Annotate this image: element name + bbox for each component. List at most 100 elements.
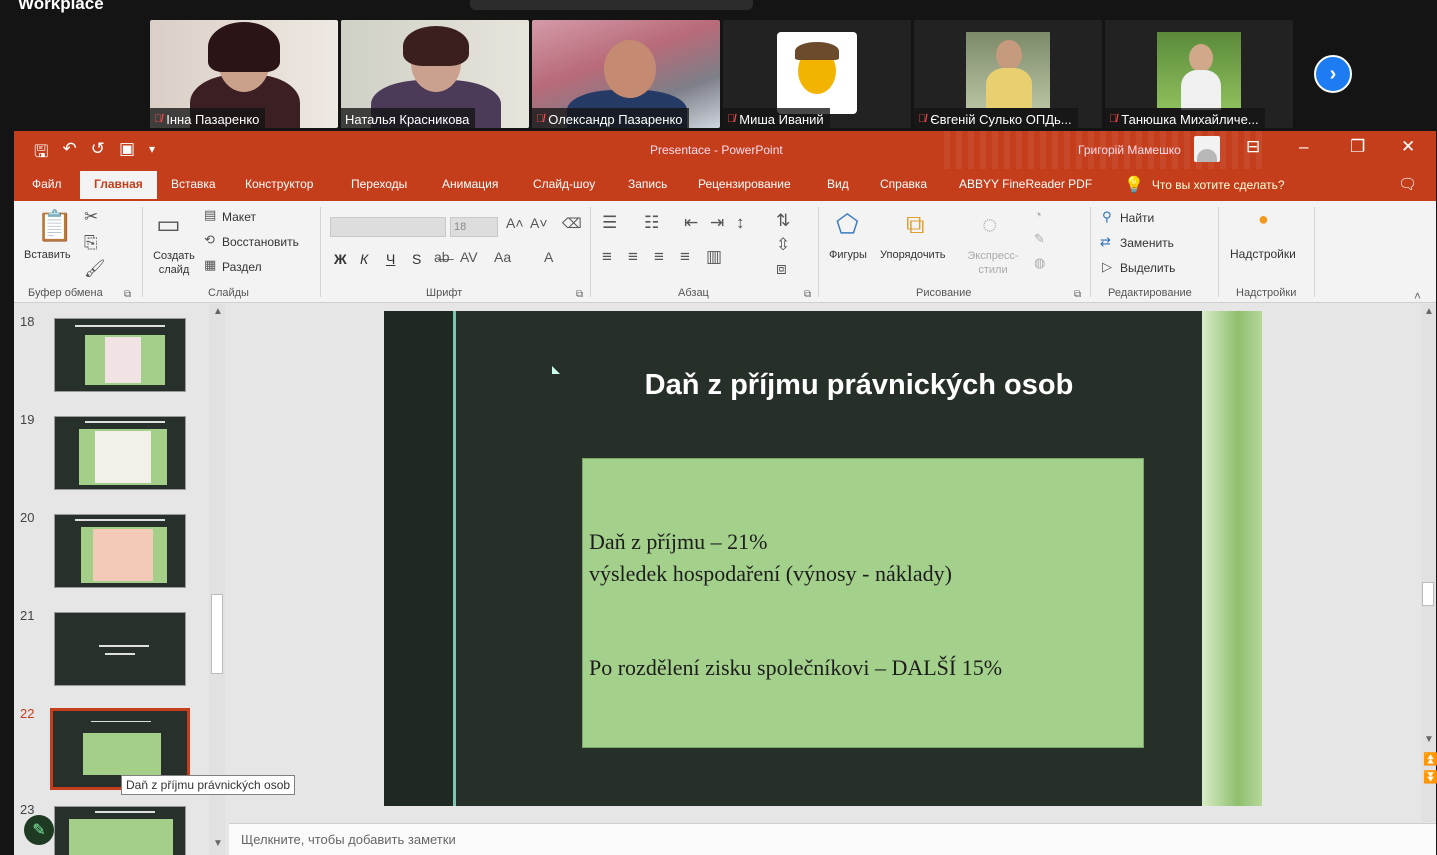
next-slide-icon[interactable]: ⏬ [1423, 770, 1437, 784]
font-size-field[interactable]: 18 [450, 217, 498, 237]
slide-title[interactable]: Daň z příjmu právnických osob [569, 369, 1149, 402]
present-icon[interactable]: ▣ [119, 139, 135, 168]
tab-design[interactable]: Конструктор [245, 177, 313, 191]
cut-icon[interactable]: ✂ [84, 207, 98, 227]
strikethrough-icon[interactable]: a̶b̶ [434, 249, 450, 265]
dialog-launcher-icon[interactable]: ⧉ [804, 289, 811, 300]
dialog-launcher-icon[interactable]: ⧉ [124, 289, 131, 300]
bold-button[interactable]: Ж [334, 251, 347, 267]
participant-tile[interactable]: 🎙̸ Інна Пазаренко [150, 20, 338, 128]
minimize-button[interactable]: – [1299, 137, 1308, 157]
collapse-ribbon-icon[interactable]: ˄ [1414, 289, 1421, 303]
notes-pane[interactable]: Щелкните, чтобы добавить заметки [229, 823, 1436, 855]
layout-icon[interactable]: ▤ [204, 207, 216, 223]
slide-thumbnail[interactable] [54, 806, 186, 855]
bullets-icon[interactable]: ☰ [602, 213, 617, 233]
participant-tile[interactable]: 🎙̸ Олександр Пазаренко [532, 20, 720, 128]
undo-icon[interactable]: ↶ [62, 139, 76, 168]
replace-icon[interactable]: ⇄ [1100, 234, 1111, 250]
align-left-icon[interactable]: ≡ [602, 247, 612, 267]
scroll-up-icon[interactable]: ▲ [213, 306, 223, 317]
italic-button[interactable]: К [360, 251, 368, 267]
search-icon[interactable]: ⚲ [1102, 209, 1112, 225]
slide-thumbnail[interactable] [54, 416, 186, 490]
next-participants-button[interactable]: › [1314, 55, 1352, 93]
tab-review[interactable]: Рецензирование [698, 177, 791, 191]
addins-button[interactable]: Надстройки [1230, 247, 1296, 261]
underline-button[interactable]: Ч [386, 251, 395, 267]
replace-button[interactable]: Заменить [1120, 236, 1174, 250]
format-painter-icon[interactable]: 🖌 [84, 259, 106, 279]
current-slide[interactable]: Daň z příjmu právnických osob Daň z příj… [384, 311, 1262, 806]
conference-search-bar[interactable] [470, 0, 753, 10]
tell-me-search[interactable]: 💡 Что вы хотите сделать? [1124, 175, 1285, 195]
addins-icon[interactable]: ● [1258, 209, 1269, 230]
customize-qat-icon[interactable]: ▾ [149, 139, 155, 168]
numbering-icon[interactable]: ☷ [644, 213, 659, 233]
find-button[interactable]: Найти [1120, 211, 1154, 225]
justify-icon[interactable]: ≡ [680, 247, 690, 267]
increase-font-icon[interactable]: A˄ [506, 215, 524, 231]
participant-tile[interactable]: 🎙̸ Миша Иваний [723, 20, 911, 128]
tab-help[interactable]: Справка [880, 177, 927, 191]
tab-animations[interactable]: Анимация [442, 177, 498, 191]
scroll-down-icon[interactable]: ▼ [1424, 734, 1434, 745]
line-spacing-icon[interactable]: ↕ [736, 213, 745, 233]
section-icon[interactable]: ▦ [204, 257, 216, 273]
font-color-icon[interactable]: A [544, 249, 553, 265]
layout-button[interactable]: Макет [222, 210, 256, 224]
restore-button[interactable]: ❐ [1350, 137, 1365, 157]
paste-icon[interactable]: 📋 [36, 209, 73, 244]
pen-icon[interactable]: ✎ [24, 815, 54, 845]
redo-icon[interactable]: ↺ [91, 139, 105, 168]
select-button[interactable]: Выделить [1120, 261, 1175, 275]
tab-view[interactable]: Вид [827, 177, 849, 191]
align-text-icon[interactable]: ⇳ [776, 235, 790, 255]
tab-home[interactable]: Главная [80, 171, 157, 199]
shape-outline-icon[interactable]: ✎ [1034, 231, 1045, 247]
reset-icon[interactable]: ⟲ [204, 232, 215, 248]
participant-tile-active[interactable]: Наталья Красникова [341, 20, 529, 128]
arrange-button[interactable]: Упорядочить [880, 249, 945, 261]
account-name[interactable]: Григорій Мамешко [1078, 143, 1181, 157]
scroll-down-icon[interactable]: ▼ [213, 838, 223, 849]
shape-fill-icon[interactable]: ◔ [1034, 207, 1042, 222]
scrollbar-thumb[interactable] [1422, 582, 1434, 606]
select-icon[interactable]: ▷ [1102, 259, 1112, 275]
new-slide-button[interactable]: Создать слайд [148, 249, 200, 277]
scrollbar-thumb[interactable] [211, 594, 223, 674]
shadow-button[interactable]: S [412, 251, 421, 267]
participant-tile[interactable]: 🎙̸ Танюшка Михайличе... [1105, 20, 1293, 128]
columns-icon[interactable]: ▥ [706, 247, 722, 267]
scroll-up-icon[interactable]: ▲ [1424, 306, 1434, 317]
close-button[interactable]: ✕ [1401, 137, 1415, 157]
dialog-launcher-icon[interactable]: ⧉ [1074, 289, 1081, 300]
decrease-indent-icon[interactable]: ⇤ [684, 213, 698, 233]
align-right-icon[interactable]: ≡ [654, 247, 664, 267]
avatar[interactable] [1194, 136, 1220, 162]
canvas-scrollbar[interactable]: ▲ ▼ ⏫ ⏬ [1421, 304, 1437, 822]
participant-tile[interactable]: 🎙̸ Євгеній Сулько ОПДь... [914, 20, 1102, 128]
quick-styles-icon[interactable]: ◌ [982, 209, 997, 240]
tab-transitions[interactable]: Переходы [351, 177, 407, 191]
change-case-icon[interactable]: Aa [494, 249, 511, 265]
tab-insert[interactable]: Вставка [171, 177, 216, 191]
shape-effects-icon[interactable]: ◍ [1034, 255, 1045, 271]
decrease-font-icon[interactable]: A˅ [530, 215, 548, 231]
paste-button[interactable]: Вставить [24, 249, 71, 261]
tab-slideshow[interactable]: Слайд-шоу [533, 177, 595, 191]
tab-abbyy[interactable]: ABBYY FineReader PDF [959, 177, 1092, 191]
align-center-icon[interactable]: ≡ [628, 247, 638, 267]
comments-icon[interactable]: 🗨 [1398, 175, 1417, 193]
text-direction-icon[interactable]: ⇅ [776, 211, 790, 231]
slide-thumbnail[interactable] [54, 514, 186, 588]
slide-thumbnail[interactable] [54, 318, 186, 392]
font-name-field[interactable] [330, 217, 446, 237]
tab-record[interactable]: Запись [628, 177, 667, 191]
copy-icon[interactable]: ⎘ [84, 233, 98, 253]
reset-button[interactable]: Восстановить [222, 235, 299, 249]
tab-file[interactable]: Файл [32, 177, 62, 191]
save-icon[interactable]: 🖫 [34, 139, 48, 168]
slide-thumbnail[interactable] [54, 612, 186, 686]
shapes-button[interactable]: Фигуры [829, 249, 867, 261]
